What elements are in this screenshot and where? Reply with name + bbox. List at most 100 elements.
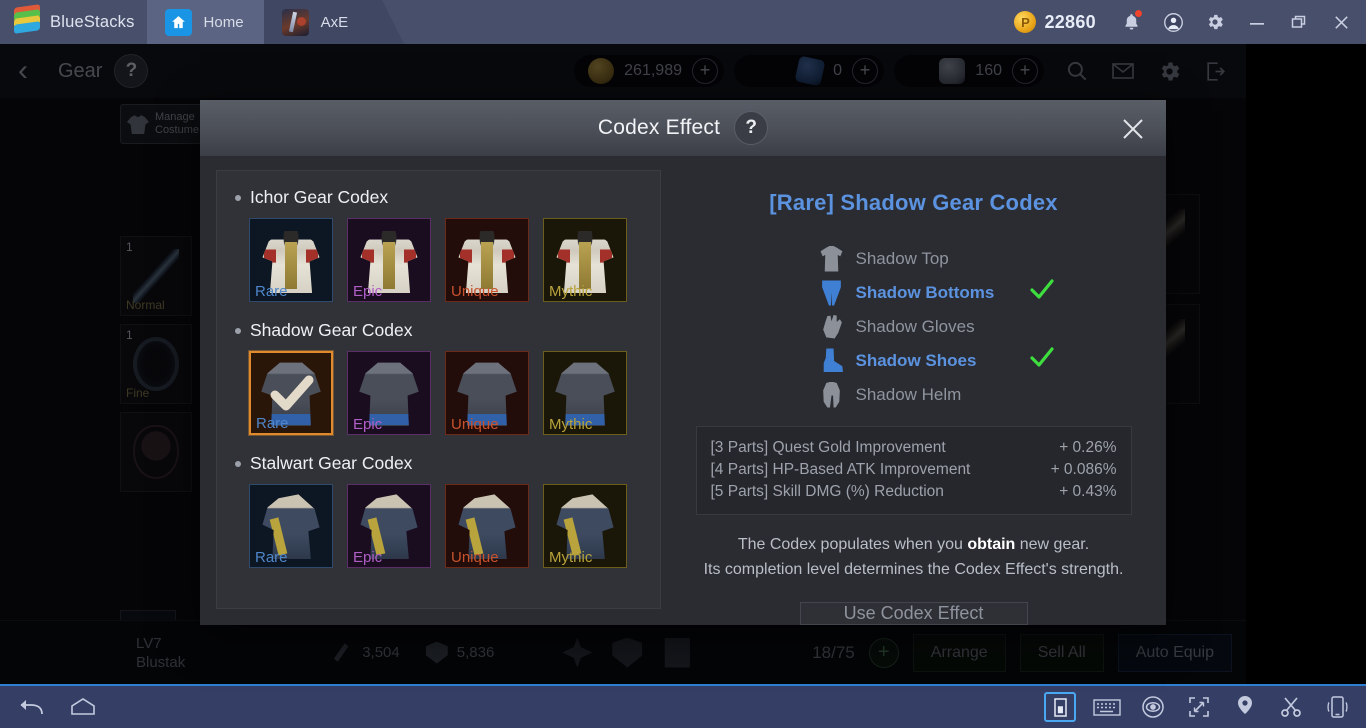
codex-effect-row: [4 Parts] HP-Based ATK Improvement + 0.0… — [711, 459, 1117, 481]
codex-group-header: Shadow Gear Codex — [235, 320, 646, 341]
obtained-check-icon — [1029, 346, 1055, 375]
codex-effect-value: + 0.086% — [1050, 461, 1117, 478]
desc-post: new gear. — [1015, 536, 1090, 553]
codex-tile-rare[interactable]: Rare — [249, 484, 333, 568]
settings-button[interactable] — [1194, 0, 1236, 44]
dialog-help-button[interactable]: ? — [734, 111, 769, 145]
dialog-header: Codex Effect ? — [200, 100, 1166, 156]
codex-tile-epic[interactable]: Epic — [347, 218, 431, 302]
keyboard-icon[interactable] — [1092, 694, 1122, 720]
notifications-button[interactable] — [1110, 0, 1152, 44]
codex-group: Shadow Gear Codex Rare Epic Unique Mythi… — [235, 320, 646, 435]
codex-tile-label: Unique — [451, 416, 499, 433]
codex-detail-panel: [Rare] Shadow Gear Codex Shadow Top Shad… — [677, 170, 1150, 625]
bluestacks-logo-icon — [14, 4, 40, 35]
codex-tile-label: Epic — [353, 283, 383, 300]
codex-tile-mythic[interactable]: Mythic — [543, 218, 627, 302]
codex-effect-row: [5 Parts] Skill DMG (%) Reduction + 0.43… — [711, 481, 1117, 503]
dialog-title: Codex Effect — [597, 116, 721, 139]
close-button[interactable] — [1320, 0, 1362, 44]
shadow-helm-icon — [823, 381, 840, 408]
close-icon[interactable] — [1114, 110, 1152, 148]
shadow-bottoms-icon — [822, 280, 841, 306]
tab-axe[interactable]: AxE — [263, 0, 383, 44]
tab-home[interactable]: Home — [146, 0, 278, 44]
bullet-icon — [235, 460, 241, 467]
codex-effect-dialog: Codex Effect ? Ichor Gear Codex Rare Epi… — [200, 100, 1166, 625]
codex-effect-label: [4 Parts] HP-Based ATK Improvement — [710, 461, 971, 478]
codex-group-name: Shadow Gear Codex — [250, 320, 413, 340]
account-button[interactable] — [1152, 0, 1194, 44]
codex-tile-mythic[interactable]: Mythic — [543, 351, 627, 435]
back-icon[interactable] — [16, 694, 46, 720]
home-icon[interactable] — [68, 694, 98, 720]
codex-tile-label: Unique — [451, 283, 499, 300]
codex-part-row: Shadow Helm — [749, 379, 1079, 410]
obtained-check-icon — [1029, 278, 1055, 307]
codex-effect-value: + 0.26% — [1059, 439, 1117, 456]
shadow-shoes-icon — [823, 348, 843, 372]
app-icon — [281, 8, 309, 36]
desc-pre: The Codex populates when you — [737, 536, 968, 553]
codex-tile-rare-selected[interactable]: Rare — [249, 351, 333, 435]
bluestacks-brand: BlueStacks — [0, 0, 153, 44]
codex-tier-tiles: Rare Epic Unique Mythic — [235, 351, 646, 435]
codex-tile-epic[interactable]: Epic — [347, 484, 431, 568]
scissors-screenshot-icon[interactable] — [1276, 694, 1306, 720]
tab-home-label: Home — [203, 13, 244, 31]
taskbar-nav — [0, 694, 98, 720]
codex-tile-label: Rare — [255, 549, 288, 566]
codex-tile-label: Mythic — [549, 283, 593, 300]
codex-detail-title: [Rare] Shadow Gear Codex — [769, 190, 1058, 215]
codex-group: Ichor Gear Codex Rare Epic Unique Mythic — [235, 187, 646, 302]
codex-effect-label: [5 Parts] Skill DMG (%) Reduction — [710, 483, 944, 500]
location-icon[interactable] — [1230, 694, 1260, 720]
codex-description-line1: The Codex populates when you obtain new … — [704, 532, 1124, 557]
maximize-button[interactable] — [1278, 0, 1320, 44]
dialog-body: Ichor Gear Codex Rare Epic Unique Mythic… — [200, 156, 1166, 625]
bluestacks-brand-label: BlueStacks — [50, 12, 135, 31]
codex-part-name: Shadow Helm — [855, 384, 962, 404]
bluestacks-title-bar: BlueStacks Home AxE P 22860 — [0, 0, 1366, 44]
codex-part-name: Shadow Bottoms — [855, 282, 995, 302]
codex-tile-unique[interactable]: Unique — [445, 351, 529, 435]
codex-tile-label: Epic — [353, 549, 383, 566]
codex-tile-label: Rare — [255, 283, 288, 300]
codex-effects-box: [3 Parts] Quest Gold Improvement + 0.26%… — [695, 426, 1132, 515]
bluestacks-points[interactable]: P 22860 — [1000, 11, 1110, 33]
codex-effect-value: + 0.43% — [1059, 483, 1117, 500]
codex-tile-label: Unique — [451, 549, 499, 566]
codex-tile-label: Rare — [256, 415, 289, 432]
codex-part-name: Shadow Shoes — [855, 350, 977, 370]
codex-part-row: Shadow Shoes — [749, 345, 1079, 376]
codex-tile-epic[interactable]: Epic — [347, 351, 431, 435]
obtained-check-icon — [263, 365, 319, 421]
minimize-button[interactable] — [1236, 0, 1278, 44]
desc-bold: obtain — [967, 536, 1016, 553]
codex-part-name: Shadow Top — [855, 248, 949, 268]
codex-tile-rare[interactable]: Rare — [249, 218, 333, 302]
home-icon — [164, 8, 192, 36]
codex-tile-label: Mythic — [549, 549, 593, 566]
codex-part-row: Shadow Gloves — [749, 311, 1079, 342]
bullet-icon — [235, 194, 241, 201]
shadow-top-icon — [820, 245, 843, 272]
codex-tile-mythic[interactable]: Mythic — [543, 484, 627, 568]
bluestacks-points-value: 22860 — [1044, 11, 1096, 32]
shadow-gloves-icon — [823, 315, 842, 339]
codex-group-header: Ichor Gear Codex — [235, 187, 646, 208]
notification-badge-dot — [1134, 9, 1143, 18]
codex-tile-label: Epic — [353, 416, 383, 433]
codex-tile-unique[interactable]: Unique — [445, 218, 529, 302]
codex-tile-unique[interactable]: Unique — [445, 484, 529, 568]
codex-tier-tiles: Rare Epic Unique Mythic — [235, 484, 646, 568]
codex-tier-tiles: Rare Epic Unique Mythic — [235, 218, 646, 302]
app-drawer-icon[interactable] — [1044, 692, 1076, 722]
fullscreen-icon[interactable] — [1184, 694, 1214, 720]
codex-group-name: Ichor Gear Codex — [250, 187, 389, 207]
use-codex-effect-button[interactable]: Use Codex Effect — [799, 602, 1028, 625]
codex-group-name: Stalwart Gear Codex — [250, 453, 413, 473]
eye-macro-icon[interactable] — [1138, 694, 1168, 720]
shake-device-icon[interactable] — [1322, 694, 1352, 720]
codex-group: Stalwart Gear Codex Rare Epic Unique Myt… — [235, 453, 646, 568]
